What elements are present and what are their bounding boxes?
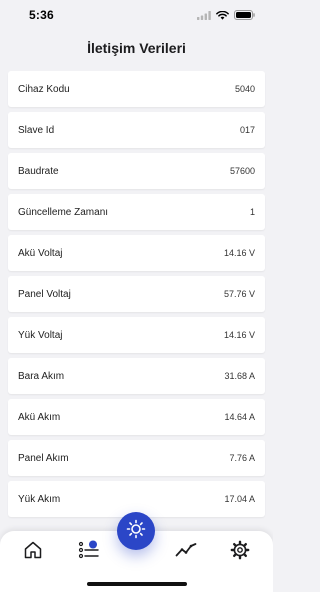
list-item: Slave Id 017 — [8, 112, 265, 148]
nav-list-button[interactable] — [77, 540, 101, 564]
item-value: 17.04 A — [224, 494, 255, 504]
sun-icon — [126, 519, 146, 544]
list-item: Cihaz Kodu 5040 — [8, 71, 265, 107]
data-list: Cihaz Kodu 5040 Slave Id 017 Baudrate 57… — [8, 71, 265, 522]
trend-chart-icon — [175, 542, 197, 563]
list-item: Bara Akım 31.68 A — [8, 358, 265, 394]
list-icon — [78, 540, 100, 565]
list-item: Akü Voltaj 14.16 V — [8, 235, 265, 271]
list-item: Panel Voltaj 57.76 V — [8, 276, 265, 312]
item-value: 14.16 V — [223, 330, 255, 340]
list-item: Baudrate 57600 — [8, 153, 265, 189]
item-label: Bara Akım — [18, 370, 65, 382]
list-item: Akü Akım 14.64 A — [8, 399, 265, 435]
nav-chart-button[interactable] — [174, 540, 198, 564]
signal-icon — [197, 10, 211, 20]
status-time: 5:36 — [29, 8, 54, 22]
list-item: Yük Voltaj 14.16 V — [8, 317, 265, 353]
item-label: Güncelleme Zamanı — [18, 206, 109, 218]
header: İletişim Verileri — [0, 30, 273, 66]
nav-settings-button[interactable] — [228, 540, 252, 564]
list-item: Güncelleme Zamanı 1 — [8, 194, 265, 230]
item-label: Yük Akım — [18, 493, 61, 505]
nav-home-button[interactable] — [21, 540, 45, 564]
sun-action-button[interactable] — [117, 512, 155, 550]
item-value: 5040 — [234, 84, 255, 94]
item-value: 017 — [239, 125, 255, 135]
screen: 5:36 İletişim Verileri Cihaz Kodu 5040 S… — [0, 0, 273, 592]
item-value: 14.16 V — [223, 248, 255, 258]
item-value: 14.64 A — [224, 412, 255, 422]
item-value: 57600 — [229, 166, 255, 176]
list-item: Panel Akım 7.76 A — [8, 440, 265, 476]
item-label: Slave Id — [18, 124, 55, 136]
item-label: Cihaz Kodu — [18, 83, 70, 95]
item-label: Akü Akım — [18, 411, 61, 423]
item-label: Panel Akım — [18, 452, 69, 464]
item-label: Yük Voltaj — [18, 329, 63, 341]
status-icons — [197, 10, 255, 20]
item-label: Akü Voltaj — [18, 247, 63, 259]
gear-icon — [230, 540, 250, 565]
item-label: Panel Voltaj — [18, 288, 71, 300]
home-indicator — [87, 582, 187, 586]
home-icon — [23, 540, 43, 565]
item-value: 7.76 A — [229, 453, 255, 463]
item-value: 31.68 A — [224, 371, 255, 381]
item-label: Baudrate — [18, 165, 59, 177]
status-bar: 5:36 — [0, 0, 273, 30]
battery-icon — [234, 10, 255, 20]
wifi-icon — [216, 10, 229, 20]
item-value: 57.76 V — [223, 289, 255, 299]
page-title: İletişim Verileri — [87, 40, 186, 56]
item-value: 1 — [249, 207, 255, 217]
